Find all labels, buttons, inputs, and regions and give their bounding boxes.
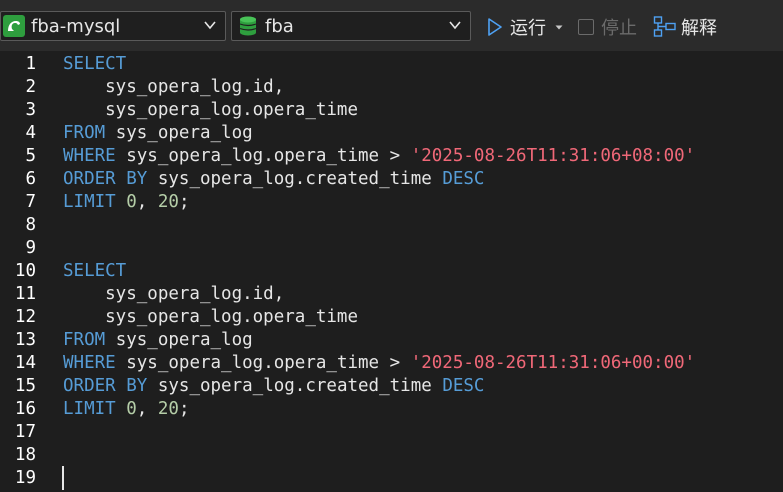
code-text: FROM sys_opera_log — [63, 122, 253, 145]
line-number: 11 — [14, 284, 36, 304]
sql-text: sys_opera_log.id, — [63, 284, 285, 304]
line-number: 17 — [14, 422, 36, 442]
explain-label: 解释 — [681, 18, 717, 39]
sql-text: sys_opera_log.id, — [63, 77, 285, 97]
code-text: WHERE sys_opera_log.opera_time > '2025-0… — [63, 352, 695, 375]
line-number: 2 — [25, 77, 36, 97]
toolbar: fba-mysql fba 运行 停止 解释 — [0, 0, 783, 51]
sql-string: '2025-08-26T11:31:06+08:00' — [410, 146, 696, 166]
stop-label: 停止 — [601, 18, 637, 39]
code-text: sys_opera_log.id, — [63, 283, 284, 306]
code-text: SELECT — [63, 260, 126, 283]
database-name: fba — [265, 15, 294, 37]
line-number: 19 — [14, 468, 36, 488]
sql-text: sys_opera_log — [105, 123, 253, 143]
stop-icon — [578, 19, 594, 35]
sql-text: sys_opera_log — [105, 330, 253, 350]
line-number: 18 — [14, 445, 36, 465]
code-text: sys_opera_log.opera_time — [63, 306, 358, 329]
line-number: 10 — [14, 261, 36, 281]
database-icon — [239, 16, 257, 36]
sql-keyword: ORDER BY — [63, 169, 148, 189]
line-number: 16 — [14, 399, 36, 419]
sql-text: , — [136, 192, 158, 212]
line-number: 6 — [25, 169, 36, 189]
code-text: sys_opera_log.id, — [63, 76, 284, 99]
sql-number: 0 — [126, 399, 137, 419]
sql-text: sys_opera_log.opera_time — [63, 100, 359, 120]
sql-keyword: WHERE — [63, 146, 116, 166]
mysql-dolphin-icon — [3, 15, 25, 37]
sql-text: sys_opera_log.created_time — [147, 376, 443, 396]
line-number: 14 — [14, 353, 36, 373]
sql-keyword: ORDER BY — [63, 376, 148, 396]
sql-text: ; — [178, 399, 190, 419]
line-number: 15 — [14, 376, 36, 396]
chevron-down-icon — [449, 21, 461, 30]
sql-keyword: FROM — [63, 330, 106, 350]
code-text: LIMIT 0, 20; — [63, 398, 189, 421]
line-number: 7 — [25, 192, 36, 212]
explain-button[interactable]: 解释 — [653, 14, 717, 40]
line-number: 5 — [25, 146, 36, 166]
line-number: 9 — [25, 238, 36, 258]
code-text: SELECT — [63, 53, 126, 76]
sql-number: 0 — [126, 192, 137, 212]
sql-text: , — [136, 399, 158, 419]
sql-number: 20 — [157, 399, 179, 419]
line-number: 3 — [25, 100, 36, 120]
code-text: ORDER BY sys_opera_log.created_time DESC — [63, 168, 484, 191]
run-label: 运行 — [510, 18, 546, 39]
stop-button[interactable]: 停止 — [578, 14, 637, 40]
connection-select[interactable]: fba-mysql — [0, 11, 226, 41]
sql-string: '2025-08-26T11:31:06+00:00' — [410, 353, 696, 373]
sql-text: sys_opera_log.opera_time — [63, 307, 359, 327]
sql-text: sys_opera_log.opera_time > — [115, 146, 411, 166]
sql-keyword: SELECT — [63, 54, 127, 74]
sql-keyword: SELECT — [63, 261, 127, 281]
code-text: WHERE sys_opera_log.opera_time > '2025-0… — [63, 145, 695, 168]
text-cursor — [62, 466, 64, 490]
code-text: ORDER BY sys_opera_log.created_time DESC — [63, 375, 484, 398]
chevron-down-icon — [204, 21, 216, 30]
sql-keyword: LIMIT — [63, 399, 116, 419]
line-number: 4 — [25, 123, 36, 143]
caret-down-icon[interactable] — [554, 22, 564, 32]
sql-text: sys_opera_log.opera_time > — [115, 353, 411, 373]
connection-name: fba-mysql — [31, 15, 121, 37]
sql-keyword: WHERE — [63, 353, 116, 373]
sql-keyword: FROM — [63, 123, 106, 143]
line-number: 13 — [14, 330, 36, 350]
run-button[interactable]: 运行 — [486, 14, 564, 40]
sql-editor[interactable]: 1 SELECT 2 sys_opera_log.id, 3 sys_opera_lo… — [0, 51, 783, 492]
line-number: 8 — [25, 215, 36, 235]
sql-number: 20 — [157, 192, 179, 212]
code-text: sys_opera_log.opera_time — [63, 99, 358, 122]
sql-keyword: DESC — [442, 169, 485, 189]
sql-keyword: LIMIT — [63, 192, 116, 212]
database-select[interactable]: fba — [231, 11, 471, 41]
explain-icon — [653, 16, 676, 37]
sql-text: ; — [178, 192, 190, 212]
sql-keyword: DESC — [442, 376, 485, 396]
code-text: LIMIT 0, 20; — [63, 191, 189, 214]
sql-text: sys_opera_log.created_time — [147, 169, 443, 189]
line-number: 1 — [25, 54, 36, 74]
play-icon — [488, 18, 502, 36]
code-text: FROM sys_opera_log — [63, 329, 253, 352]
line-number: 12 — [14, 307, 36, 327]
